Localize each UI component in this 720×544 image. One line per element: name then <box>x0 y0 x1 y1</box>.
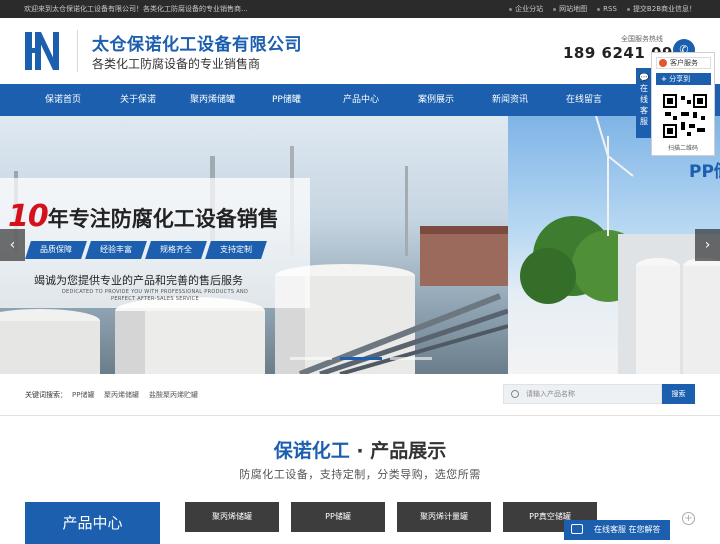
plus-icon[interactable]: + <box>682 512 695 525</box>
keyword-link[interactable]: PP储罐 <box>72 390 94 400</box>
nav-item-message[interactable]: 在线留言 <box>566 84 602 116</box>
products-section-title: 保诺化工 · 产品展示 <box>273 440 447 462</box>
customer-service-link[interactable]: 客户服务 <box>656 57 711 69</box>
feature-tag: 规格齐全 <box>145 241 207 259</box>
chat-icon: 💬 <box>639 73 649 82</box>
hero-banner[interactable]: PP储 10年专注防腐化工设备销售 品质保障 经验丰富 规格齐全 支持定制 竭诚… <box>0 116 720 374</box>
nav-item-about[interactable]: 关于保诺 <box>120 84 156 116</box>
search-input[interactable]: 请输入产品名称 <box>503 384 662 404</box>
qr-code-label: 扫描二维码 <box>667 145 698 152</box>
category-button[interactable]: PP储罐 <box>291 502 385 532</box>
products-section-subtitle: 防腐化工设备，支持定制，分类导购，选您所需 <box>239 468 481 481</box>
welcome-text: 欢迎来到太仓保诺化工设备有限公司！各类化工防腐设备的专业销售商... <box>24 5 248 13</box>
banner-subtitle: 竭诚为您提供专业的产品和完善的售后服务 <box>34 274 243 287</box>
keyword-link[interactable]: 盐酸聚丙烯贮罐 <box>149 390 198 400</box>
search-button[interactable]: 搜索 <box>662 384 695 404</box>
search-placeholder: 请输入产品名称 <box>526 390 575 398</box>
nav-item-products[interactable]: 产品中心 <box>343 84 379 116</box>
banner-prev-arrow[interactable]: ‹ <box>0 229 25 261</box>
online-service-tab[interactable]: 💬 在线客服 <box>636 68 652 138</box>
online-service-button[interactable]: 在线客服 在您解答 <box>564 520 670 540</box>
banner-dot-active[interactable] <box>340 357 382 360</box>
company-name: 太仓保诺化工设备有限公司 <box>92 35 302 55</box>
category-head[interactable]: 产品中心 <box>25 502 160 544</box>
keywords-label: 关键词搜索： <box>25 391 67 399</box>
nav-item-pp-storage[interactable]: PP储罐 <box>272 84 301 116</box>
top-bar: 欢迎来到太仓保诺化工设备有限公司！各类化工防腐设备的专业销售商... 企业分站 … <box>0 0 720 18</box>
top-link-b2b[interactable]: 提交B2B商业信息！ <box>626 0 696 18</box>
banner-pagination <box>290 357 432 360</box>
feature-tag: 品质保障 <box>25 241 87 259</box>
banner-side-text: PP储 <box>689 162 720 182</box>
banner-next-arrow[interactable]: › <box>695 229 720 261</box>
keyword-link[interactable]: 聚丙烯储罐 <box>104 390 139 400</box>
top-link-rss[interactable]: RSS <box>597 0 617 18</box>
chat-icon <box>571 524 583 534</box>
feature-tag: 经验丰富 <box>85 241 147 259</box>
online-service-tab-text: 在线客服 <box>640 84 648 126</box>
search-row: 关键词搜索： PP储罐 聚丙烯储罐 盐酸聚丙烯贮罐 请输入产品名称 搜索 <box>0 374 720 416</box>
feature-tag: 支持定制 <box>205 241 267 259</box>
top-link-sitemap[interactable]: 网站地图 <box>553 0 587 18</box>
share-button[interactable]: + 分享到 <box>656 73 711 85</box>
category-button[interactable]: 聚丙烯计量罐 <box>397 502 491 532</box>
banner-subtitle-en: DEDICATED TO PROVIDE YOU WITH PROFESSION… <box>61 289 249 302</box>
share-plus-icon: + <box>661 75 667 83</box>
logo-divider <box>77 30 78 72</box>
search-icon <box>511 390 519 398</box>
category-button[interactable]: 聚丙烯储罐 <box>185 502 279 532</box>
banner-title-text: 年专注防腐化工设备销售 <box>47 207 279 231</box>
top-links: 企业分站 网站地图 RSS 提交B2B商业信息！ <box>509 0 696 18</box>
nav-item-cases[interactable]: 案例展示 <box>418 84 454 116</box>
qr-code-icon <box>663 94 707 138</box>
banner-dot[interactable] <box>290 357 332 360</box>
hotline-label: 全国服务热线 <box>621 35 663 43</box>
nav-item-home[interactable]: 保诺首页 <box>45 84 81 116</box>
main-nav: 保诺首页 关于保诺 聚丙烯储罐 PP储罐 产品中心 案例展示 新闻资讯 在线留言 <box>0 84 720 116</box>
company-logo[interactable] <box>25 32 63 70</box>
header: 太仓保诺化工设备有限公司 各类化工防腐设备的专业销售商 全国服务热线 189 6… <box>0 18 720 84</box>
service-avatar-icon <box>659 59 667 67</box>
nav-item-news[interactable]: 新闻资讯 <box>492 84 528 116</box>
nav-item-pp-tank[interactable]: 聚丙烯储罐 <box>190 84 235 116</box>
service-panel: 客户服务 + 分享到 扫描二维码 <box>651 52 715 156</box>
company-slogan: 各类化工防腐设备的专业销售商 <box>92 57 261 71</box>
feature-tags: 品质保障 经验丰富 规格齐全 支持定制 <box>25 241 267 259</box>
top-link-substation[interactable]: 企业分站 <box>509 0 543 18</box>
banner-title: 10年专注防腐化工设备销售 <box>8 199 279 234</box>
banner-dot[interactable] <box>390 357 432 360</box>
